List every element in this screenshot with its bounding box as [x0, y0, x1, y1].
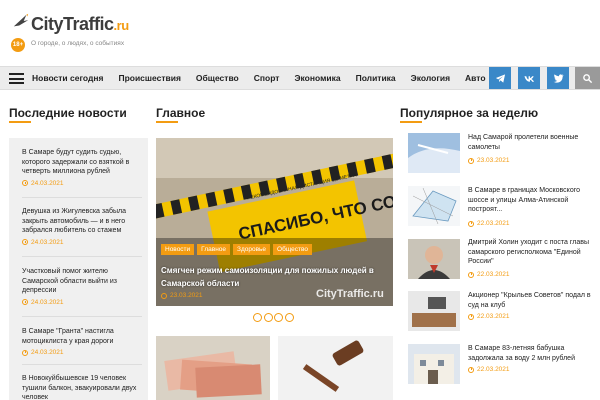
building-thumbnail[interactable]: [408, 344, 460, 384]
map-thumbnail[interactable]: [408, 186, 460, 226]
clock-icon: [161, 292, 167, 299]
tag-society[interactable]: Общество: [273, 244, 312, 255]
clock-icon: [22, 180, 28, 186]
feature-slider[interactable]: СПАСИБО, ЧТО СОБЛЮДАЕТЕ РЕКОМЕНДОВАННАЯ …: [156, 138, 393, 306]
nav-item-sport[interactable]: Спорт: [254, 73, 280, 83]
planes-thumbnail[interactable]: [408, 133, 460, 173]
list-item[interactable]: В Новокуйбышевске 19 человек тушили балк…: [22, 374, 142, 400]
clock-icon: [468, 313, 474, 320]
nav-item-politics[interactable]: Политика: [356, 73, 396, 83]
divider: [22, 364, 142, 365]
latest-news-heading: Последние новости: [9, 106, 127, 120]
feature-date: 23.03.2021: [161, 292, 203, 299]
money-thumbnail[interactable]: [156, 336, 270, 400]
twitter-button[interactable]: [547, 67, 569, 89]
tag-news[interactable]: Новости: [161, 244, 195, 255]
feature-title[interactable]: Смягчен режим самоизоляции для пожилых л…: [161, 264, 381, 290]
slider-dots: [253, 313, 295, 322]
clock-icon: [468, 157, 474, 164]
news-date: 22.03.2021: [468, 271, 510, 278]
bird-logo-icon: [13, 13, 29, 27]
news-title[interactable]: Акционер "Крыльев Советов" подал в суд н…: [468, 291, 598, 310]
news-date: 22.03.2021: [468, 220, 510, 227]
clock-icon: [468, 366, 474, 373]
site-logo[interactable]: CityTraffic.ru 18+ О городе, о людях, о …: [9, 8, 139, 53]
news-date: 24.03.2021: [22, 180, 142, 187]
main-underline: [156, 121, 178, 123]
news-title[interactable]: В Самаре будут судить судью, которого за…: [22, 148, 142, 177]
feature-watermark: CityTraffic.ru: [316, 288, 384, 300]
age-badge: 18+: [11, 38, 25, 52]
popular-underline: [400, 121, 422, 123]
vk-icon: [523, 75, 534, 82]
slider-dot[interactable]: [274, 313, 283, 322]
divider: [22, 197, 142, 198]
popular-heading: Популярное за неделю: [400, 106, 539, 120]
telegram-button[interactable]: [489, 67, 511, 89]
nav-item-news-today[interactable]: Новости сегодня: [32, 73, 103, 83]
tag-health[interactable]: Здоровье: [233, 244, 271, 255]
list-item[interactable]: Акционер "Крыльев Советов" подал в суд н…: [408, 291, 598, 333]
search-icon: [583, 73, 593, 83]
logo-text: CityTraffic.ru: [31, 14, 129, 34]
news-date: 22.03.2021: [468, 366, 510, 373]
latest-news-list: В Самаре будут судить судью, которого за…: [9, 138, 148, 400]
hamburger-menu-icon[interactable]: [9, 73, 24, 84]
news-title[interactable]: Девушка из Жигулевска забыла закрыть авт…: [22, 207, 142, 236]
list-item[interactable]: В Самаре будут судить судью, которого за…: [22, 148, 142, 187]
news-title[interactable]: Над Самарой пролетели военные самолеты: [468, 133, 598, 152]
list-item[interactable]: Участковый помог жителю Самарской област…: [22, 267, 142, 306]
search-button[interactable]: [575, 67, 600, 89]
list-item[interactable]: Дмитрий Холин уходит с поста главы самар…: [408, 239, 598, 281]
tag-main[interactable]: Главное: [197, 244, 231, 255]
clock-icon: [468, 271, 474, 278]
nav-item-incidents[interactable]: Происшествия: [118, 73, 180, 83]
list-item[interactable]: В Самаре в границах Московского шоссе и …: [408, 186, 598, 228]
slider-dot[interactable]: [263, 313, 273, 322]
main-heading: Главное: [156, 106, 206, 120]
nav-item-society[interactable]: Общество: [196, 73, 239, 83]
telegram-icon: [495, 73, 505, 83]
clock-icon: [22, 239, 28, 245]
list-item[interactable]: Девушка из Жигулевска забыла закрыть авт…: [22, 207, 142, 246]
latest-news-underline: [9, 121, 31, 123]
news-date: 22.03.2021: [468, 313, 510, 320]
tagline: О городе, о людях, о событиях: [31, 40, 125, 47]
news-date: 24.03.2021: [22, 239, 142, 246]
nav-item-auto[interactable]: Авто: [465, 73, 486, 83]
news-title[interactable]: В Самаре 83-летняя бабушка задолжала за …: [468, 344, 598, 363]
divider: [22, 316, 142, 317]
feature-tags: Новости Главное Здоровье Общество: [161, 244, 315, 255]
vk-button[interactable]: [518, 67, 540, 89]
nav-item-economy[interactable]: Экономика: [294, 73, 340, 83]
clock-icon: [468, 220, 474, 227]
news-date: 24.03.2021: [22, 349, 142, 356]
clock-icon: [22, 349, 28, 356]
court-thumbnail[interactable]: [408, 291, 460, 331]
news-title[interactable]: В Новокуйбышевске 19 человек тушили балк…: [22, 374, 142, 400]
nav-item-ecology[interactable]: Экология: [411, 73, 450, 83]
list-item[interactable]: Над Самарой пролетели военные самолеты 2…: [408, 133, 598, 175]
main-nav: Новости сегодня Происшествия Общество Сп…: [0, 66, 600, 90]
divider: [22, 256, 142, 257]
news-title[interactable]: Участковый помог жителю Самарской област…: [22, 267, 142, 296]
news-title[interactable]: Дмитрий Холин уходит с поста главы самар…: [468, 238, 598, 267]
clock-icon: [22, 299, 28, 305]
twitter-icon: [552, 73, 564, 83]
news-date: 24.03.2021: [22, 299, 142, 306]
news-title[interactable]: В Самаре "Гранта" настигла мотоциклиста …: [22, 327, 142, 346]
news-date: 23.03.2021: [468, 157, 510, 164]
news-title[interactable]: В Самаре в границах Московского шоссе и …: [468, 186, 598, 215]
portrait-thumbnail[interactable]: [408, 239, 460, 279]
site-header: CityTraffic.ru 18+ О городе, о людях, о …: [0, 0, 600, 65]
list-item[interactable]: В Самаре 83-летняя бабушка задолжала за …: [408, 344, 598, 386]
slider-dot[interactable]: [284, 313, 294, 322]
gavel-thumbnail[interactable]: [278, 336, 393, 400]
list-item[interactable]: В Самаре "Гранта" настигла мотоциклиста …: [22, 327, 142, 356]
slider-dot[interactable]: [253, 313, 262, 322]
